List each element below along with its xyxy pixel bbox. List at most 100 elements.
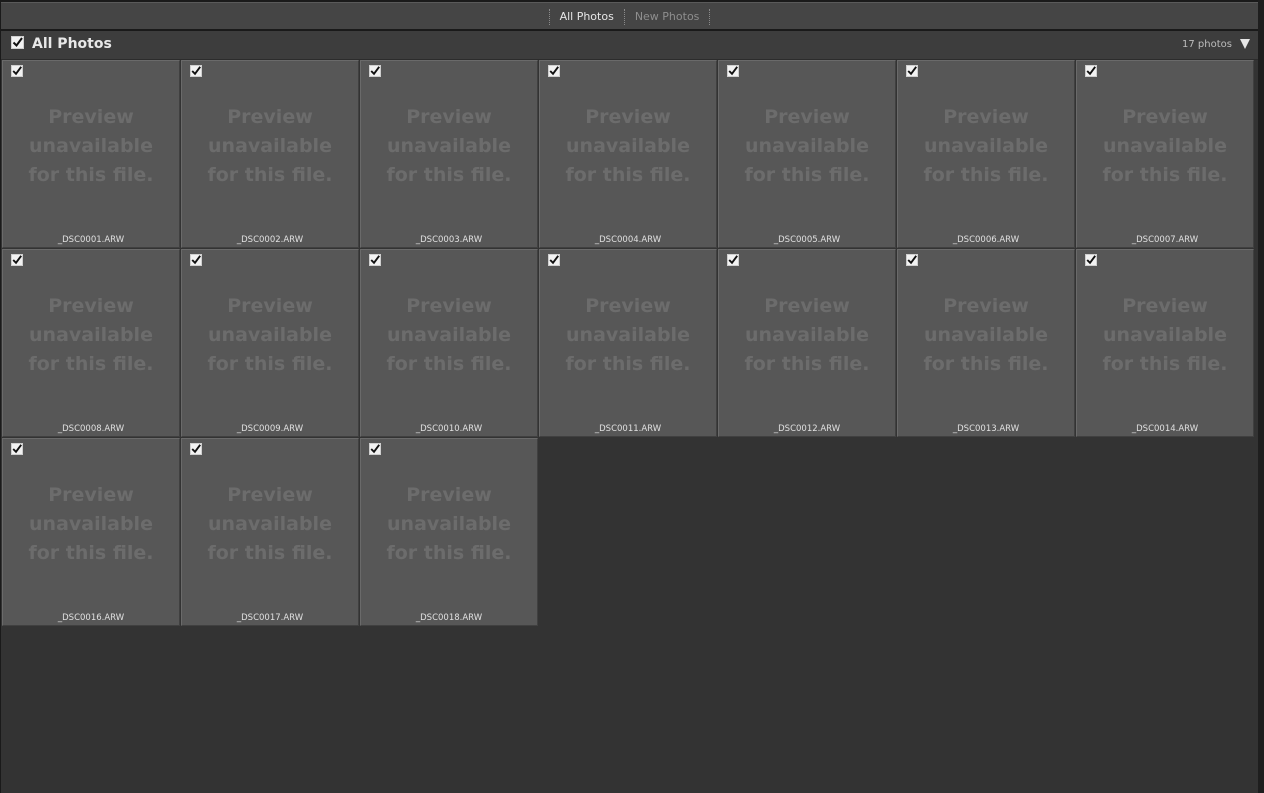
placeholder-line: unavailable (745, 135, 869, 157)
grid-header: All Photos 17 photos (1, 31, 1258, 60)
photo-thumbnail[interactable]: Preview unavailable for this file. _DSC0… (539, 249, 717, 437)
checkbox-checked-icon[interactable] (11, 443, 23, 455)
checkbox-checked-icon[interactable] (369, 443, 381, 455)
checkbox-checked-icon[interactable] (369, 65, 381, 77)
checkbox-checked-icon[interactable] (11, 254, 23, 266)
checkbox-checked-icon[interactable] (727, 65, 739, 77)
photo-filename: _DSC0012.ARW (773, 424, 841, 434)
photo-filename: _DSC0006.ARW (952, 235, 1020, 245)
photo-thumbnail[interactable]: Preview unavailable for this file. _DSC0… (181, 60, 359, 248)
photo-thumbnail[interactable]: Preview unavailable for this file. _DSC0… (718, 249, 896, 437)
placeholder-line: unavailable (387, 324, 511, 346)
placeholder-line: for this file. (923, 164, 1049, 186)
photo-thumbnail[interactable]: Preview unavailable for this file. _DSC0… (360, 60, 538, 248)
checkbox-checked-icon[interactable] (190, 443, 202, 455)
checkbox-checked-icon[interactable] (1085, 254, 1097, 266)
preview-unavailable-text: Preview unavailable for this file. (361, 292, 537, 379)
placeholder-line: Preview (764, 106, 850, 128)
photo-thumbnail[interactable]: Preview unavailable for this file. _DSC0… (360, 249, 538, 437)
thumbnail-grid: Preview unavailable for this file. _DSC0… (2, 60, 1254, 626)
checkbox-checked-icon[interactable] (548, 65, 560, 77)
checkbox-checked-icon[interactable] (1085, 65, 1097, 77)
checkbox-checked-icon[interactable] (190, 65, 202, 77)
placeholder-line: unavailable (29, 135, 153, 157)
photo-filename: _DSC0002.ARW (236, 235, 304, 245)
thumbnail-grid-area: Preview unavailable for this file. _DSC0… (1, 60, 1258, 793)
photo-filename: _DSC0010.ARW (415, 424, 483, 434)
placeholder-line: Preview (585, 295, 671, 317)
placeholder-line: unavailable (208, 324, 332, 346)
photo-thumbnail[interactable]: Preview unavailable for this file. _DSC0… (360, 438, 538, 626)
photo-thumbnail[interactable]: Preview unavailable for this file. _DSC0… (1076, 60, 1254, 248)
placeholder-line: Preview (227, 484, 313, 506)
photo-filename: _DSC0003.ARW (415, 235, 483, 245)
checkbox-checked-icon[interactable] (548, 254, 560, 266)
placeholder-line: unavailable (566, 135, 690, 157)
preview-unavailable-text: Preview unavailable for this file. (3, 481, 179, 568)
window-edge (1258, 0, 1264, 793)
photo-filename: _DSC0017.ARW (236, 613, 304, 623)
placeholder-line: unavailable (924, 324, 1048, 346)
photo-filename: _DSC0009.ARW (236, 424, 304, 434)
placeholder-line: unavailable (566, 324, 690, 346)
photo-filename: _DSC0004.ARW (594, 235, 662, 245)
checkbox-checked-icon[interactable] (906, 65, 918, 77)
placeholder-line: Preview (48, 484, 134, 506)
placeholder-line: Preview (943, 295, 1029, 317)
placeholder-line: for this file. (744, 353, 870, 375)
placeholder-line: Preview (585, 106, 671, 128)
photo-thumbnail[interactable]: Preview unavailable for this file. _DSC0… (718, 60, 896, 248)
placeholder-line: for this file. (923, 353, 1049, 375)
placeholder-line: Preview (406, 295, 492, 317)
preview-unavailable-text: Preview unavailable for this file. (3, 292, 179, 379)
photo-filename: _DSC0016.ARW (57, 613, 125, 623)
checkbox-checked-icon[interactable] (190, 254, 202, 266)
tabs-container: All Photos New Photos (1, 3, 1258, 30)
photo-filename: _DSC0014.ARW (1131, 424, 1199, 434)
photo-thumbnail[interactable]: Preview unavailable for this file. _DSC0… (897, 60, 1075, 248)
photo-thumbnail[interactable]: Preview unavailable for this file. _DSC0… (539, 60, 717, 248)
photo-thumbnail[interactable]: Preview unavailable for this file. _DSC0… (2, 249, 180, 437)
preview-unavailable-text: Preview unavailable for this file. (182, 292, 358, 379)
tab-divider (709, 8, 711, 25)
placeholder-line: unavailable (1103, 135, 1227, 157)
photo-thumbnail[interactable]: Preview unavailable for this file. _DSC0… (2, 60, 180, 248)
photo-filename: _DSC0005.ARW (773, 235, 841, 245)
photo-thumbnail[interactable]: Preview unavailable for this file. _DSC0… (897, 249, 1075, 437)
preview-unavailable-text: Preview unavailable for this file. (719, 103, 895, 190)
placeholder-line: for this file. (207, 353, 333, 375)
placeholder-line: Preview (406, 106, 492, 128)
photo-filename: _DSC0001.ARW (57, 235, 125, 245)
tab-all-photos[interactable]: All Photos (550, 3, 624, 30)
photo-thumbnail[interactable]: Preview unavailable for this file. _DSC0… (2, 438, 180, 626)
checkbox-checked-icon[interactable] (906, 254, 918, 266)
grid-title: All Photos (32, 36, 112, 52)
source-tabs-bar: All Photos New Photos (1, 2, 1258, 30)
placeholder-line: unavailable (29, 324, 153, 346)
preview-unavailable-text: Preview unavailable for this file. (182, 103, 358, 190)
placeholder-line: for this file. (386, 164, 512, 186)
placeholder-line: for this file. (1102, 353, 1228, 375)
select-all-checkbox-icon[interactable] (11, 36, 24, 49)
placeholder-line: unavailable (1103, 324, 1227, 346)
placeholder-line: Preview (943, 106, 1029, 128)
placeholder-line: for this file. (28, 542, 154, 564)
photo-thumbnail[interactable]: Preview unavailable for this file. _DSC0… (1076, 249, 1254, 437)
import-window: All Photos New Photos All Photos 17 phot… (0, 0, 1264, 793)
checkbox-checked-icon[interactable] (727, 254, 739, 266)
placeholder-line: Preview (1122, 295, 1208, 317)
placeholder-line: for this file. (28, 164, 154, 186)
placeholder-line: Preview (1122, 106, 1208, 128)
preview-unavailable-text: Preview unavailable for this file. (898, 292, 1074, 379)
photo-thumbnail[interactable]: Preview unavailable for this file. _DSC0… (181, 438, 359, 626)
placeholder-line: unavailable (924, 135, 1048, 157)
preview-unavailable-text: Preview unavailable for this file. (898, 103, 1074, 190)
placeholder-line: unavailable (387, 513, 511, 535)
placeholder-line: Preview (764, 295, 850, 317)
placeholder-line: for this file. (565, 164, 691, 186)
triangle-down-icon[interactable] (1240, 39, 1250, 49)
tab-new-photos[interactable]: New Photos (625, 3, 710, 30)
checkbox-checked-icon[interactable] (11, 65, 23, 77)
checkbox-checked-icon[interactable] (369, 254, 381, 266)
photo-thumbnail[interactable]: Preview unavailable for this file. _DSC0… (181, 249, 359, 437)
